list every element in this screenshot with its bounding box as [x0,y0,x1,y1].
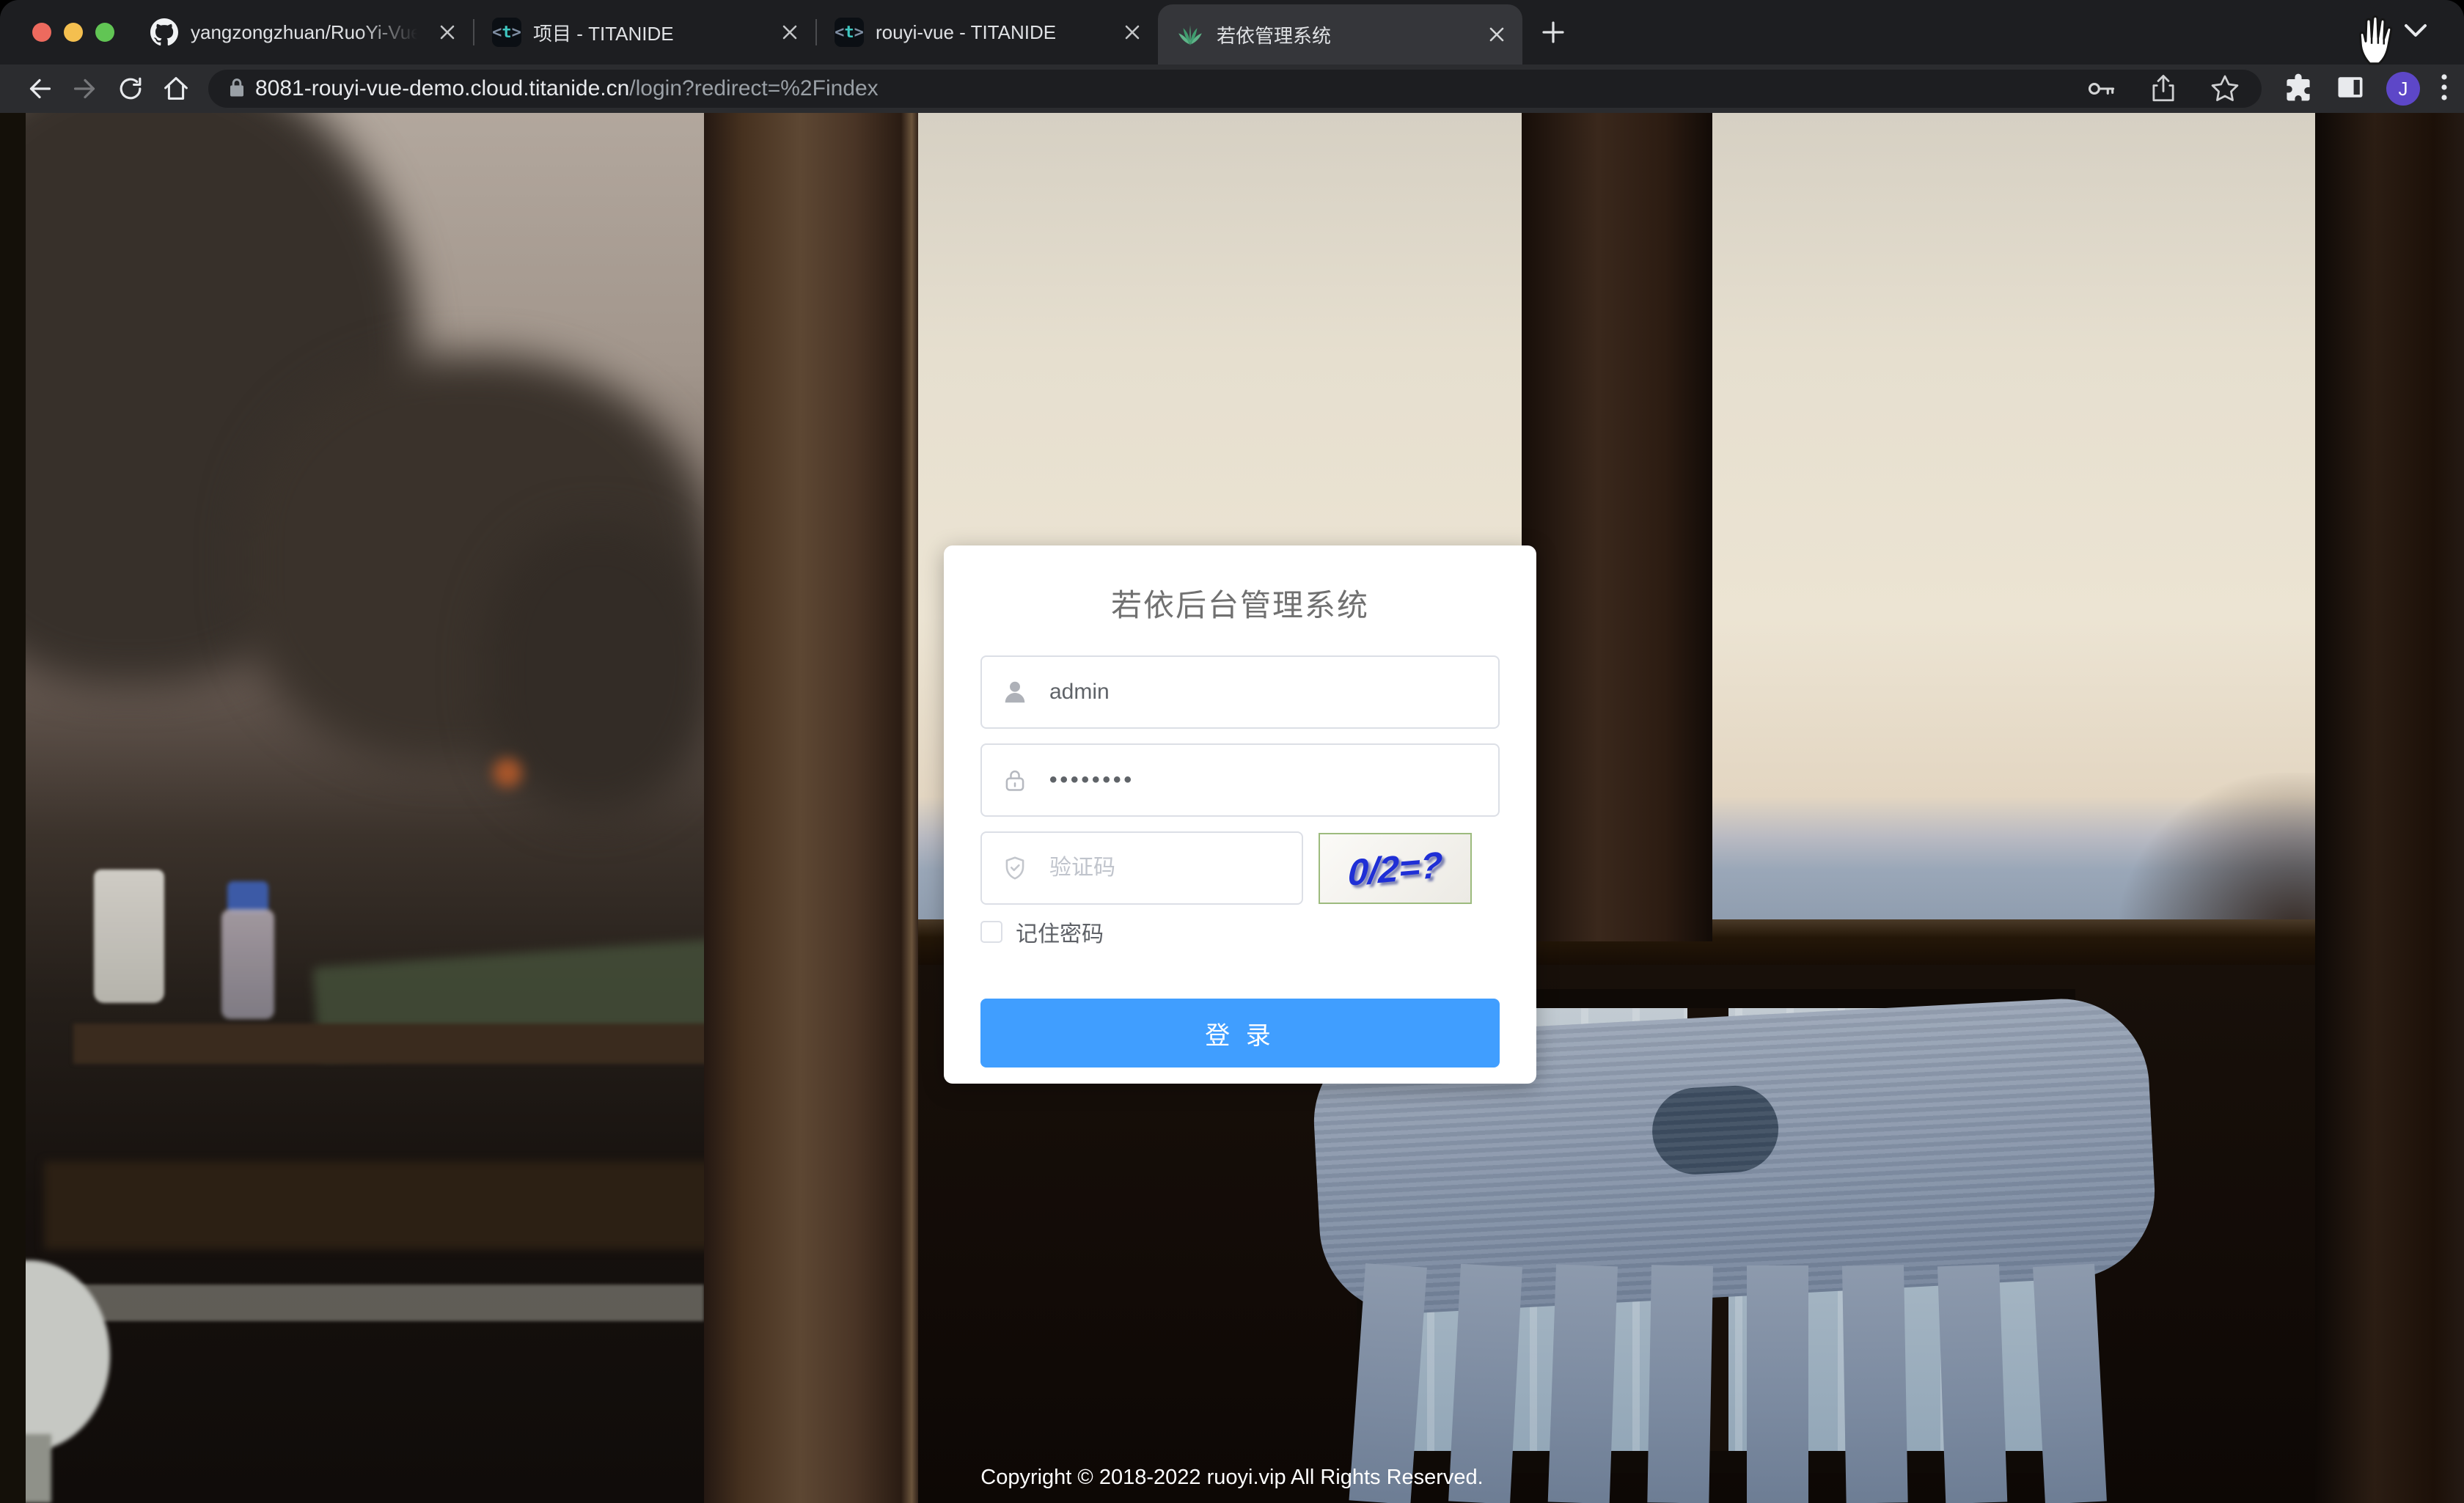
chair-handle-cutout [1650,1084,1781,1177]
tab-titanide-project[interactable]: <t> 项目 - TITANIDE [474,0,815,65]
tab-strip: yangzongzhuan/RuoYi-Vue: (Ru <t> 项目 - TI… [0,0,2464,65]
tab-title: yangzongzhuan/RuoYi-Vue: (Ru [191,21,425,44]
window-controls [0,23,132,42]
ruoyi-leaf-icon [1176,20,1205,49]
background-paper-cup [94,870,164,1003]
url-host: 8081-rouyi-vue-demo.cloud.titanide.cn [255,76,629,100]
url-path: /login?redirect=%2Findex [629,76,878,100]
menu-dots-icon[interactable] [2439,70,2449,108]
background-bottle [221,909,274,1019]
password-field[interactable] [980,743,1500,817]
github-icon [150,18,179,47]
tab-close-icon[interactable] [436,21,458,43]
tab-titanide-rouyi-vue[interactable]: <t> rouyi-vue - TITANIDE [817,0,1158,65]
hand-cursor-icon [2353,10,2405,71]
background-window-sill [26,1285,704,1321]
username-input[interactable] [1049,657,1482,727]
back-button[interactable] [19,68,60,109]
login-page: 若依后台管理系统 0/2=? [0,113,2464,1503]
tab-title: 项目 - TITANIDE [533,19,767,46]
shield-check-icon [1001,854,1029,882]
home-button[interactable] [155,68,197,109]
titanide-icon: <t> [835,18,864,47]
tab-close-icon[interactable] [1121,21,1143,43]
forward-button[interactable] [65,68,106,109]
captcha-text: 0/2=? [1347,843,1444,894]
tab-title: 若依管理系统 [1217,21,1474,48]
remember-label: 记住密码 [1016,916,1104,948]
address-bar[interactable]: 8081-rouyi-vue-demo.cloud.titanide.cn/lo… [208,70,2262,108]
url-text: 8081-rouyi-vue-demo.cloud.titanide.cn/lo… [255,76,879,101]
minimize-window-button[interactable] [64,23,83,42]
tab-title: rouyi-vue - TITANIDE [876,21,1110,44]
tab-ruoyi-active[interactable]: 若依管理系统 [1158,4,1522,65]
reload-button[interactable] [110,68,151,109]
share-icon[interactable] [2146,71,2181,106]
password-input[interactable] [1049,745,1482,815]
browser-toolbar: 8081-rouyi-vue-demo.cloud.titanide.cn/lo… [0,65,2464,113]
background-wood-post [1522,113,1712,941]
captcha-image[interactable]: 0/2=? [1319,833,1472,904]
new-tab-button[interactable] [1533,12,1574,53]
captcha-field[interactable] [980,831,1303,905]
extensions-puzzle-icon[interactable] [2282,71,2314,107]
zoom-window-button[interactable] [95,23,114,42]
username-field[interactable] [980,655,1500,729]
login-button[interactable]: 登 录 [980,999,1500,1067]
user-icon [1001,678,1029,706]
background-wood-post [2315,113,2464,1503]
remember-password-row[interactable]: 记住密码 [980,916,1104,948]
login-title: 若依后台管理系统 [944,581,1536,625]
password-key-icon[interactable] [2084,71,2119,106]
remember-checkbox[interactable] [980,921,1002,943]
titanide-icon: <t> [492,18,521,47]
close-window-button[interactable] [32,23,51,42]
tab-close-icon[interactable] [1486,23,1508,45]
tab-search-chevron-icon[interactable] [2401,21,2430,44]
bookmark-star-icon[interactable] [2207,71,2243,106]
lock-icon [1001,766,1029,794]
background-wood-post [704,113,918,1503]
background-light-flare [493,758,522,787]
background-frame-edge [0,113,26,1503]
side-panel-icon[interactable] [2333,71,2367,107]
captcha-input[interactable] [1049,833,1269,903]
tab-github-ruoyi-vue[interactable]: yangzongzhuan/RuoYi-Vue: (Ru [132,0,473,65]
lock-icon[interactable] [226,76,248,102]
tab-close-icon[interactable] [779,21,801,43]
login-card: 若依后台管理系统 0/2=? [944,545,1536,1084]
browser-window: yangzongzhuan/RuoYi-Vue: (Ru <t> 项目 - TI… [0,0,2464,1503]
copyright-footer: Copyright © 2018-2022 ruoyi.vip All Righ… [0,1466,2464,1490]
profile-avatar[interactable]: J [2386,72,2420,106]
